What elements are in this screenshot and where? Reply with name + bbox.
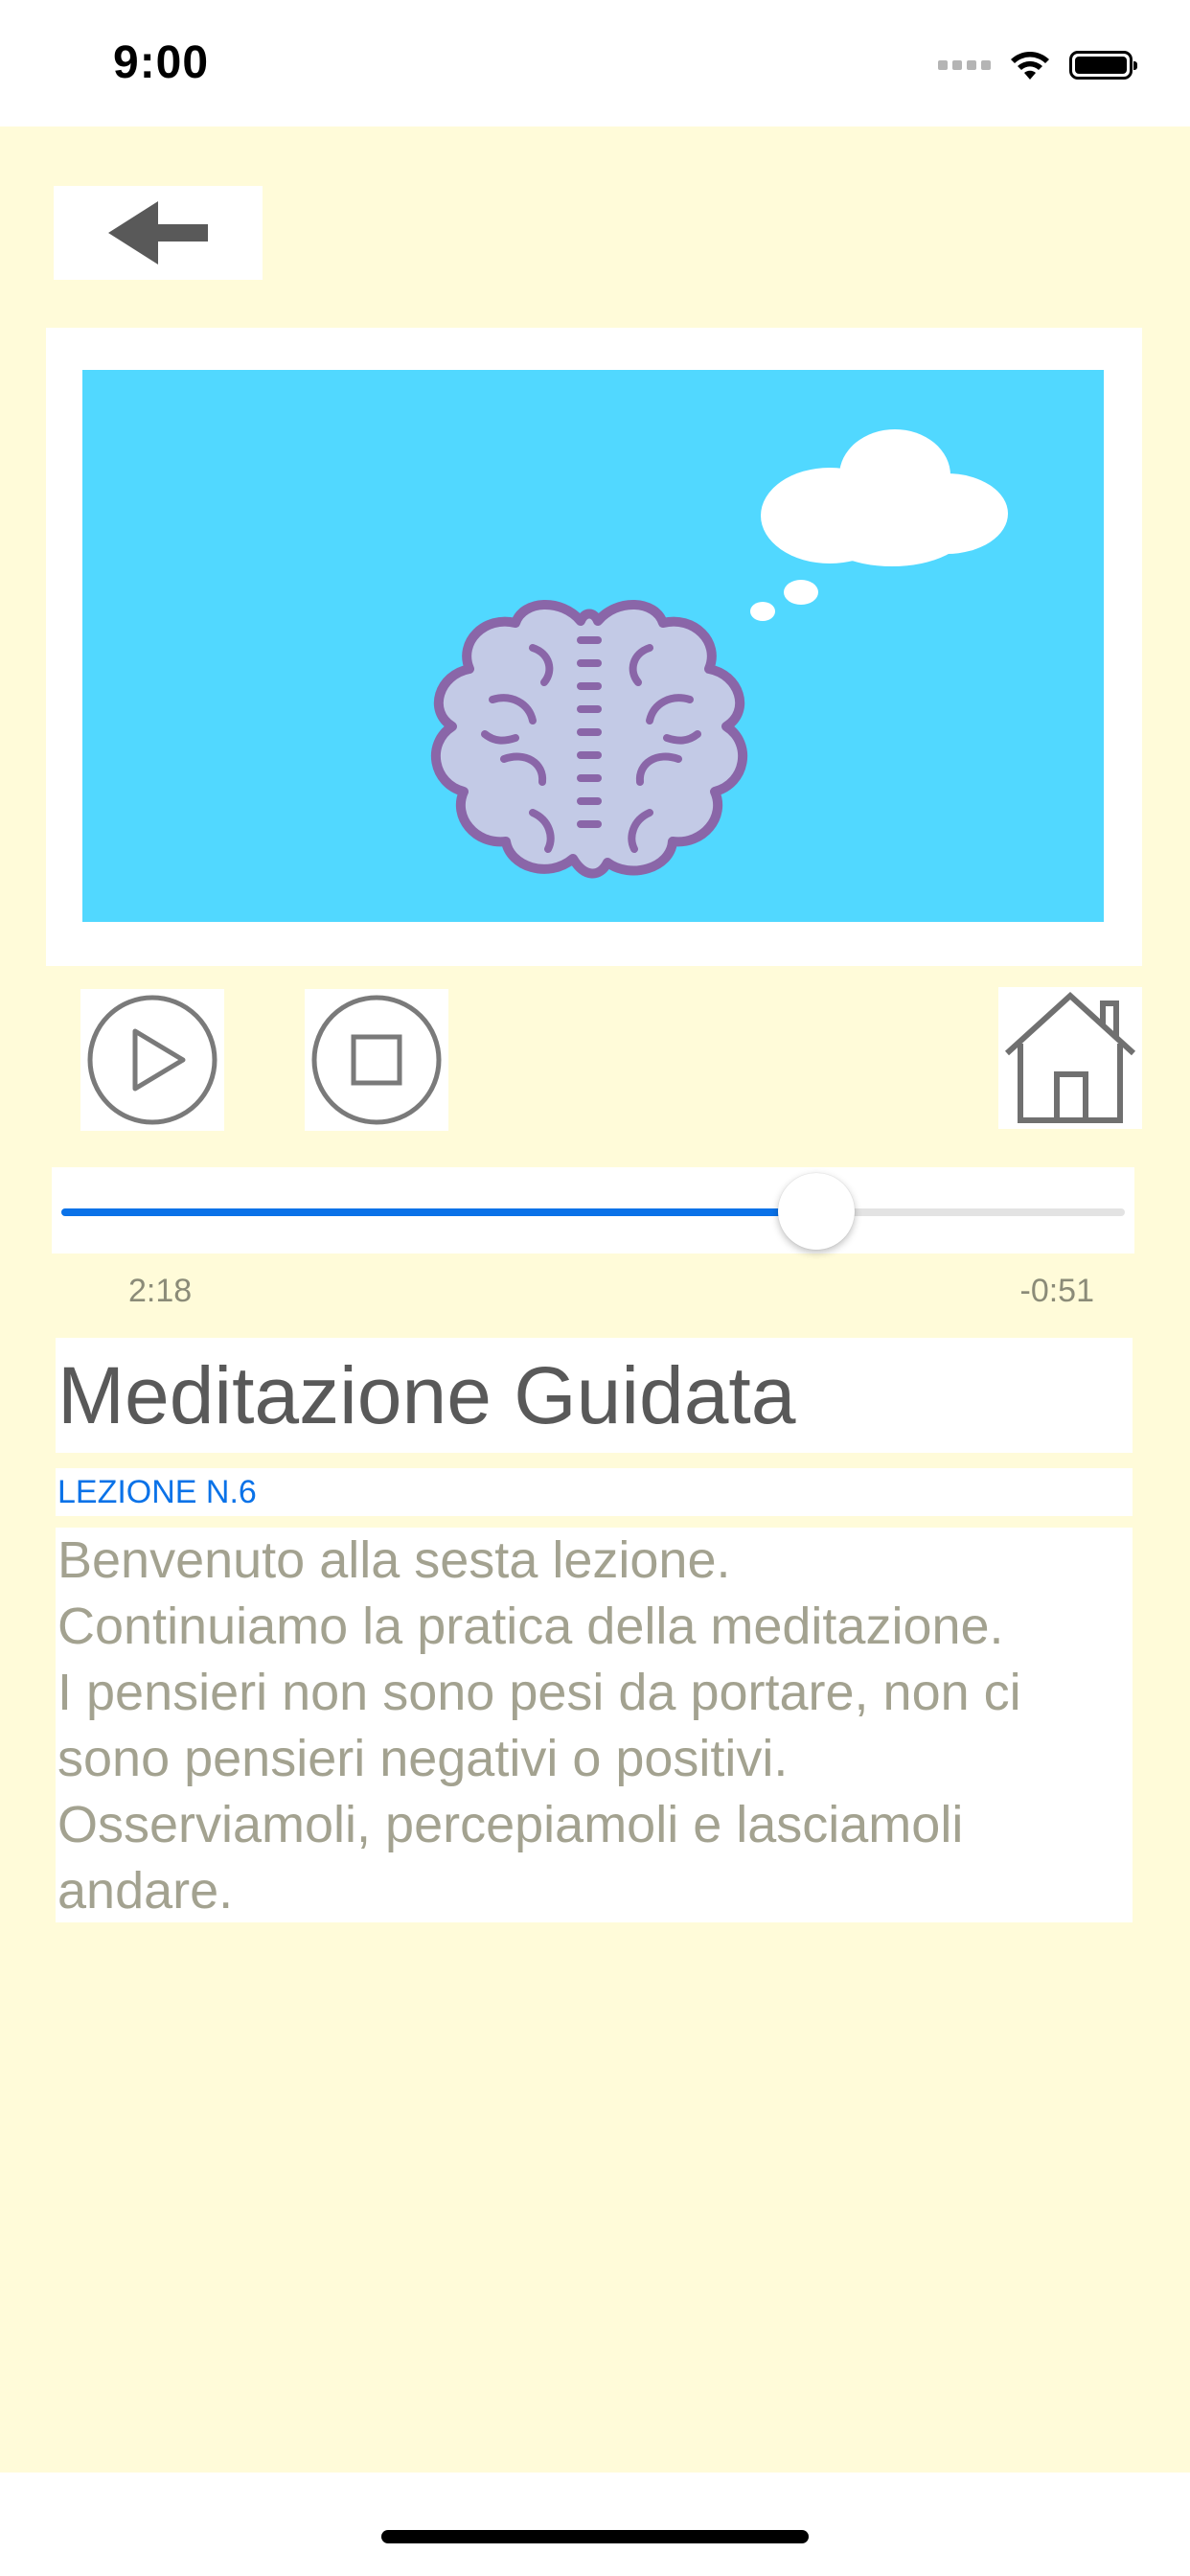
home-indicator[interactable] <box>381 2530 809 2543</box>
brain-icon <box>431 600 747 879</box>
lesson-illustration-frame <box>46 328 1142 966</box>
elapsed-time: 2:18 <box>128 1273 193 1309</box>
stop-circle-icon <box>311 995 442 1125</box>
thought-cloud-icon <box>750 429 1008 621</box>
back-button[interactable] <box>54 186 263 280</box>
status-indicators <box>938 46 1137 84</box>
wifi-icon <box>1011 52 1049 80</box>
battery-icon <box>1069 51 1137 80</box>
house-icon <box>1004 991 1136 1123</box>
arrow-left-icon <box>108 201 208 264</box>
lesson-screen: 2:18 -0:51 Meditazione Guidata LEZIONE N… <box>0 126 1190 2472</box>
brain-thinking-illustration <box>82 370 1104 922</box>
home-button[interactable] <box>998 987 1142 1129</box>
play-circle-icon <box>87 995 217 1125</box>
title-container: Meditazione Guidata <box>56 1338 1133 1453</box>
slider-track[interactable] <box>61 1208 1125 1216</box>
page-title: Meditazione Guidata <box>57 1350 796 1440</box>
remaining-time: -0:51 <box>1019 1273 1095 1309</box>
slider-progress-fill <box>61 1208 817 1216</box>
lesson-description: Benvenuto alla sesta lezione. Continuiam… <box>57 1531 1021 1920</box>
playback-slider[interactable] <box>52 1167 1134 1254</box>
status-time: 9:00 <box>113 37 210 88</box>
cellular-signal-icon <box>938 60 991 70</box>
play-button[interactable] <box>80 989 224 1131</box>
description-container: Benvenuto alla sesta lezione. Continuiam… <box>56 1528 1133 1922</box>
slider-thumb[interactable] <box>778 1173 856 1250</box>
lesson-number-container: LEZIONE N.6 <box>56 1468 1133 1516</box>
stop-button[interactable] <box>305 989 448 1131</box>
status-bar: 9:00 <box>0 0 1190 126</box>
lesson-number: LEZIONE N.6 <box>57 1474 257 1510</box>
